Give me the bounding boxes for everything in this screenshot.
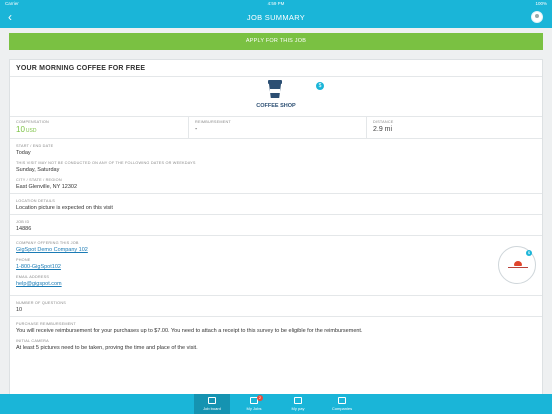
apply-button[interactable]: APPLY FOR THIS JOB	[9, 33, 543, 50]
tab-job-board[interactable]: Job board	[194, 394, 230, 414]
phone-link[interactable]: 1-800-GigSpot102	[16, 264, 536, 270]
reimbursement-label: REIMBURSEMENT	[195, 120, 231, 124]
compensation-amount: 10	[16, 125, 25, 134]
company-label: COMPANY OFFERING THIS JOB	[16, 241, 79, 245]
coffee-cup-icon	[268, 80, 282, 99]
reimbursement-value: -	[195, 126, 198, 133]
nav-bar: ‹ JOB SUMMARY	[0, 7, 552, 28]
job-summary-card: YOUR MORNING COFFEE FOR FREE $ COFFEE SH…	[9, 59, 543, 399]
tab-label: My Jobs	[246, 406, 262, 411]
location-label: CITY / STATE / REGION	[16, 178, 62, 182]
compensation-stat: COMPENSATION 10USD	[10, 117, 188, 139]
compensation-value: 10USD	[16, 125, 36, 134]
job-id-label: JOB ID	[16, 220, 30, 224]
email-link[interactable]: help@gigspot.com	[16, 281, 536, 287]
distance-label: DISTANCE	[373, 120, 394, 124]
job-board-icon	[208, 397, 216, 404]
questions-label: NUMBER OF QUESTIONS	[16, 301, 66, 305]
tab-label: Job board	[203, 406, 221, 411]
my-pay-icon	[294, 397, 302, 404]
location-value: East Glenville, NY 12302	[16, 184, 78, 190]
job-stats: COMPENSATION 10USD REIMBURSEMENT - DISTA…	[10, 117, 542, 139]
page-title: JOB SUMMARY	[246, 13, 306, 22]
job-title: YOUR MORNING COFFEE FOR FREE	[10, 60, 542, 77]
camera-label: INITIAL CAMERA	[16, 339, 49, 343]
camera-value: At least 5 pictures need to be taken, pr…	[16, 345, 198, 351]
questions-value: 10	[16, 307, 23, 313]
weekdays-value: Sunday, Saturday	[16, 167, 60, 173]
profile-avatar-icon[interactable]	[531, 11, 543, 23]
tab-label: My pay	[291, 406, 305, 411]
compensation-currency: USD	[25, 128, 37, 134]
company-link[interactable]: GigSpot Demo Company 102	[16, 247, 536, 253]
purchase-label: PURCHASE REIMBURSEMENT	[16, 322, 76, 326]
battery-level: 100%	[535, 1, 547, 6]
tab-my-pay[interactable]: My pay	[280, 394, 316, 414]
location-details-value: Location picture is expected on this vis…	[16, 205, 113, 211]
reimbursement-stat: REIMBURSEMENT -	[188, 117, 366, 139]
compensation-label: COMPENSATION	[16, 120, 49, 124]
companies-icon	[338, 397, 346, 404]
job-id-section: JOB ID 14886	[10, 215, 542, 236]
shop-label: COFFEE SHOP	[256, 103, 296, 109]
company-logo[interactable]: $	[498, 246, 536, 284]
clock: 4:59 PM	[267, 1, 285, 6]
dates-section: START / END DATE Today THIS VISIT MAY NO…	[10, 139, 542, 194]
purchase-section: PURCHASE REIMBURSEMENT You will receive …	[10, 317, 542, 354]
location-details-label: LOCATION DETAILS	[16, 199, 55, 203]
dollar-badge-icon: $	[316, 82, 324, 90]
job-id-value: 14886	[16, 226, 32, 232]
weekdays-label: THIS VISIT MAY NOT BE CONDUCTED ON ANY O…	[16, 161, 196, 165]
tab-label: Companies	[331, 406, 353, 411]
distance-value: 2.9 mi	[373, 126, 393, 133]
location-details-section: LOCATION DETAILS Location picture is exp…	[10, 194, 542, 215]
purchase-value: You will receive reimbursement for your …	[16, 328, 363, 334]
job-hero: $ COFFEE SHOP	[10, 77, 542, 117]
company-section: COMPANY OFFERING THIS JOB GigSpot Demo C…	[10, 236, 542, 296]
phone-label: PHONE	[16, 258, 31, 262]
tab-bar: Job board 2 My Jobs My pay Companies	[0, 394, 552, 414]
questions-section: NUMBER OF QUESTIONS 10	[10, 296, 542, 317]
dates-label: START / END DATE	[16, 144, 54, 148]
company-dollar-badge-icon: $	[526, 250, 532, 256]
tab-companies[interactable]: Companies	[324, 394, 360, 414]
status-bar: Carrier 4:59 PM 100%	[0, 0, 552, 7]
tab-my-jobs[interactable]: 2 My Jobs	[236, 394, 272, 414]
my-jobs-badge: 2	[257, 395, 263, 401]
company-logo-mark-icon	[508, 261, 528, 269]
distance-stat: DISTANCE 2.9 mi	[366, 117, 542, 139]
dates-value: Today	[16, 150, 31, 156]
email-label: EMAIL ADDRESS	[16, 275, 50, 279]
